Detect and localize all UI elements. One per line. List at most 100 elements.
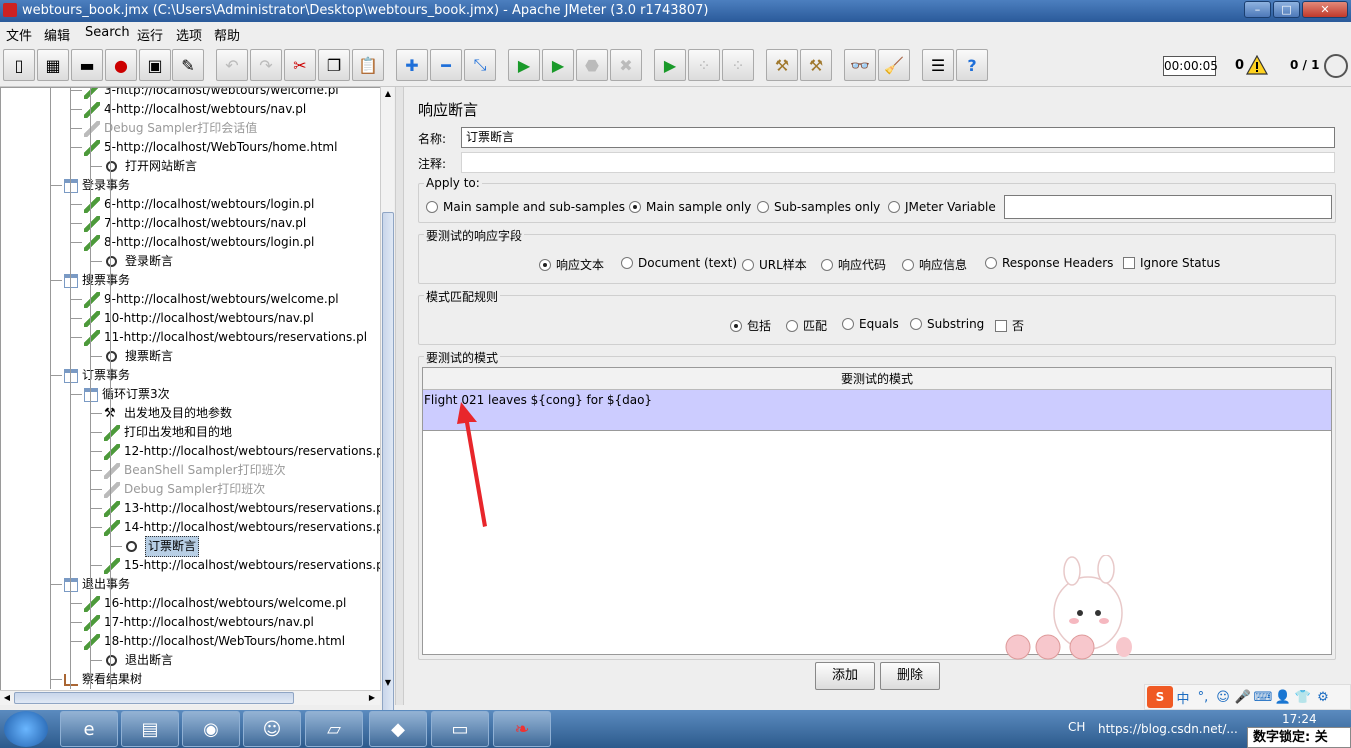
taskbar-explorer-icon[interactable]: ▤: [121, 711, 179, 747]
radio-substring[interactable]: Substring: [910, 317, 984, 331]
menu-edit[interactable]: 编辑: [44, 25, 70, 44]
menu-file[interactable]: 文件: [6, 25, 32, 44]
tree-node[interactable]: 11-http://localhost/webtours/reservation…: [84, 328, 367, 347]
tree-node[interactable]: 察看结果树: [64, 670, 142, 689]
tree-node[interactable]: 13-http://localhost/webtours/reservation…: [104, 499, 380, 518]
taskbar-jmeter-icon[interactable]: ❧: [493, 711, 551, 747]
patterns-column-header[interactable]: 要测试的模式: [423, 368, 1331, 390]
scrollbar-thumb[interactable]: [14, 692, 294, 704]
taskbar-cmd-icon[interactable]: ▭: [431, 711, 489, 747]
open-icon[interactable]: ▬: [71, 49, 103, 81]
sogou-logo[interactable]: S: [1147, 686, 1173, 708]
taskbar-notepad-icon[interactable]: ▱: [305, 711, 363, 747]
tray-clock[interactable]: 17:24: [1282, 712, 1317, 726]
not-checkbox[interactable]: 否: [995, 317, 1024, 334]
remote-start-icon[interactable]: ▶: [654, 49, 686, 81]
table-row[interactable]: Flight 021 leaves ${cong} for ${dao}: [423, 390, 1331, 431]
search-icon[interactable]: 👓: [844, 49, 876, 81]
radio-matches[interactable]: 匹配: [786, 317, 827, 334]
radio-equals[interactable]: Equals: [842, 317, 899, 331]
radio-response-message[interactable]: 响应信息: [902, 256, 967, 273]
name-input[interactable]: 订票断言: [461, 127, 1335, 148]
taskbar-eclipse-icon[interactable]: ◆: [369, 711, 427, 747]
ignore-status-checkbox[interactable]: Ignore Status: [1123, 256, 1220, 270]
shutdown-icon[interactable]: ✖: [610, 49, 642, 81]
microphone-icon[interactable]: 🎤: [1233, 690, 1253, 705]
remote-stop-icon[interactable]: ⁘: [688, 49, 720, 81]
ime-chinese-mode[interactable]: 中: [1173, 688, 1193, 707]
radio-response-headers[interactable]: Response Headers: [985, 256, 1113, 270]
minimize-button[interactable]: –: [1244, 1, 1271, 18]
settings-icon[interactable]: ⚙: [1313, 690, 1333, 705]
menu-help[interactable]: 帮助: [214, 25, 240, 44]
undo-icon[interactable]: ↶: [216, 49, 248, 81]
tree-vertical-scrollbar[interactable]: ▲ ▼: [380, 87, 395, 742]
tree-node[interactable]: 订票事务: [64, 366, 130, 385]
radio-response-text[interactable]: 响应文本: [539, 256, 604, 273]
warning-icon[interactable]: [1246, 55, 1268, 75]
tree-node[interactable]: ⚒ 出发地及目的地参数: [104, 404, 232, 423]
tree-node[interactable]: 搜票事务: [64, 271, 130, 290]
tree-node[interactable]: 18-http://localhost/WebTours/home.html: [84, 632, 345, 651]
comment-input[interactable]: [461, 152, 1335, 173]
tree-node[interactable]: 打开网站断言: [104, 157, 197, 176]
save-as-icon[interactable]: ✎: [172, 49, 204, 81]
remote-engine-icon[interactable]: [1324, 54, 1348, 78]
skin-icon[interactable]: 👕: [1293, 690, 1313, 705]
jmeter-variable-input[interactable]: [1004, 195, 1332, 219]
copy-icon[interactable]: ❐: [318, 49, 350, 81]
paste-icon[interactable]: 📋: [352, 49, 384, 81]
add-button[interactable]: 添加: [815, 662, 875, 690]
scroll-left-icon[interactable]: ◀: [0, 691, 14, 705]
delete-button[interactable]: 删除: [880, 662, 940, 690]
new-icon[interactable]: ▯: [3, 49, 35, 81]
toggle-icon[interactable]: ⤡: [464, 49, 496, 81]
patterns-table[interactable]: 要测试的模式 Flight 021 leaves ${cong} for ${d…: [422, 367, 1332, 655]
save-icon[interactable]: ▣: [139, 49, 171, 81]
radio-jmeter-variable[interactable]: JMeter Variable: [888, 200, 996, 214]
taskbar-app-face-icon[interactable]: ☺: [243, 711, 301, 747]
radio-document-text[interactable]: Document (text): [621, 256, 737, 270]
tree-node[interactable]: 登录断言: [104, 252, 173, 271]
tree-node[interactable]: 退出事务: [64, 575, 130, 594]
stop-icon[interactable]: ⬣: [576, 49, 608, 81]
scrollbar-thumb[interactable]: [382, 212, 394, 742]
tree-node[interactable]: 12-http://localhost/webtours/reservation…: [104, 442, 380, 461]
close-icon[interactable]: ●: [105, 49, 137, 81]
templates-icon[interactable]: ▦: [37, 49, 69, 81]
taskbar-chrome-icon[interactable]: ◉: [182, 711, 240, 747]
taskbar-ie-icon[interactable]: e: [60, 711, 118, 747]
radio-sub-only[interactable]: Sub-samples only: [757, 200, 880, 214]
tree-node[interactable]: 4-http://localhost/webtours/nav.pl: [84, 100, 306, 119]
ime-punctuation[interactable]: °,: [1193, 690, 1213, 705]
start-no-pause-icon[interactable]: ▶: [542, 49, 574, 81]
function-helper-icon[interactable]: ☰: [922, 49, 954, 81]
reset-search-icon[interactable]: 🧹: [878, 49, 910, 81]
clear-icon[interactable]: ⚒: [766, 49, 798, 81]
tree-node[interactable]: 循环订票3次: [84, 385, 170, 404]
split-pane-divider[interactable]: [395, 87, 404, 705]
radio-response-code[interactable]: 响应代码: [821, 256, 886, 273]
radio-main-only[interactable]: Main sample only: [629, 200, 751, 214]
tree-node[interactable]: 打印出发地和目的地: [104, 423, 232, 442]
tree-node[interactable]: 14-http://localhost/webtours/reservation…: [104, 518, 380, 537]
tree-node[interactable]: 8-http://localhost/webtours/login.pl: [84, 233, 314, 252]
clear-all-icon[interactable]: ⚒: [800, 49, 832, 81]
tree-node[interactable]: 5-http://localhost/WebTours/home.html: [84, 138, 337, 157]
tree-node[interactable]: 17-http://localhost/webtours/nav.pl: [84, 613, 314, 632]
scroll-up-icon[interactable]: ▲: [381, 87, 395, 101]
scroll-down-icon[interactable]: ▼: [381, 676, 395, 690]
tree-node[interactable]: 15-http://localhost/webtours/reservation…: [104, 556, 380, 575]
test-plan-tree[interactable]: 3-http://localhost/webtours/welcome.pl 4-…: [0, 87, 381, 691]
tray-language[interactable]: CH: [1068, 720, 1085, 734]
scroll-right-icon[interactable]: ▶: [365, 691, 379, 705]
menu-search[interactable]: Search: [85, 25, 130, 40]
radio-url-sample[interactable]: URL样本: [742, 256, 807, 273]
collapse-icon[interactable]: ━: [430, 49, 462, 81]
tree-node[interactable]: 登录事务: [64, 176, 130, 195]
tree-node[interactable]: 退出断言: [104, 651, 173, 670]
tree-node[interactable]: Debug Sampler打印班次: [104, 480, 265, 499]
tree-node[interactable]: 9-http://localhost/webtours/welcome.pl: [84, 290, 339, 309]
emoji-icon[interactable]: ☺: [1213, 690, 1233, 705]
redo-icon[interactable]: ↷: [250, 49, 282, 81]
